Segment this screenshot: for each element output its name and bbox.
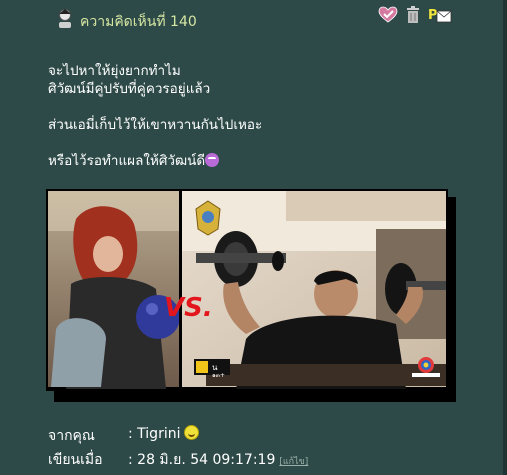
posted-date: : 28 มิ.ย. 54 09:17:19 xyxy=(128,452,276,468)
rating-badge-text: ๑๓+ xyxy=(212,372,225,379)
user-avatar-icon xyxy=(56,8,74,28)
channel-badge-text: น xyxy=(212,363,218,372)
comment-image[interactable]: น ๑๓+ VS. xyxy=(46,189,456,402)
comment-line: ศิวัฒน์มีคู่ปรับที่คู่ควรอยู่แล้ว xyxy=(48,81,211,97)
posted-value: : 28 มิ.ย. 54 09:17:19 [แก้ไข] xyxy=(128,449,308,471)
right-border xyxy=(503,0,507,475)
svg-text:P: P xyxy=(428,8,438,23)
private-message-icon[interactable]: P xyxy=(428,6,452,28)
comment-line: ส่วนเอมี่เก็บไว้ให้เขาหวานกันไปเหอะ xyxy=(48,117,263,133)
edit-link[interactable]: [แก้ไข] xyxy=(279,457,308,467)
posted-label: เขียนเมื่อ xyxy=(48,452,103,468)
vs-text: VS. xyxy=(164,293,213,323)
grin-purple-icon xyxy=(205,153,220,167)
comment-title: ความคิดเห็นที่ 140 xyxy=(80,14,197,30)
comment-line-with-emoji: หรือไว้รอทำแผลให้ศิวัฒน์ดี xyxy=(48,152,262,170)
comment-body: จะไปหาให้ยุ่งยากทำไม ศิวัฒน์มีคู่ปรับที่… xyxy=(48,62,262,170)
heart-check-icon[interactable] xyxy=(378,6,398,28)
author-value: : Tigrini xyxy=(128,425,200,442)
author-name[interactable]: : Tigrini xyxy=(128,426,180,442)
author-label: จากคุณ xyxy=(48,428,95,444)
trash-icon[interactable] xyxy=(406,6,420,28)
smiley-icon xyxy=(184,425,200,440)
comment-tools: P xyxy=(378,6,454,28)
comment-line: จะไปหาให้ยุ่งยากทำไม xyxy=(48,63,181,79)
